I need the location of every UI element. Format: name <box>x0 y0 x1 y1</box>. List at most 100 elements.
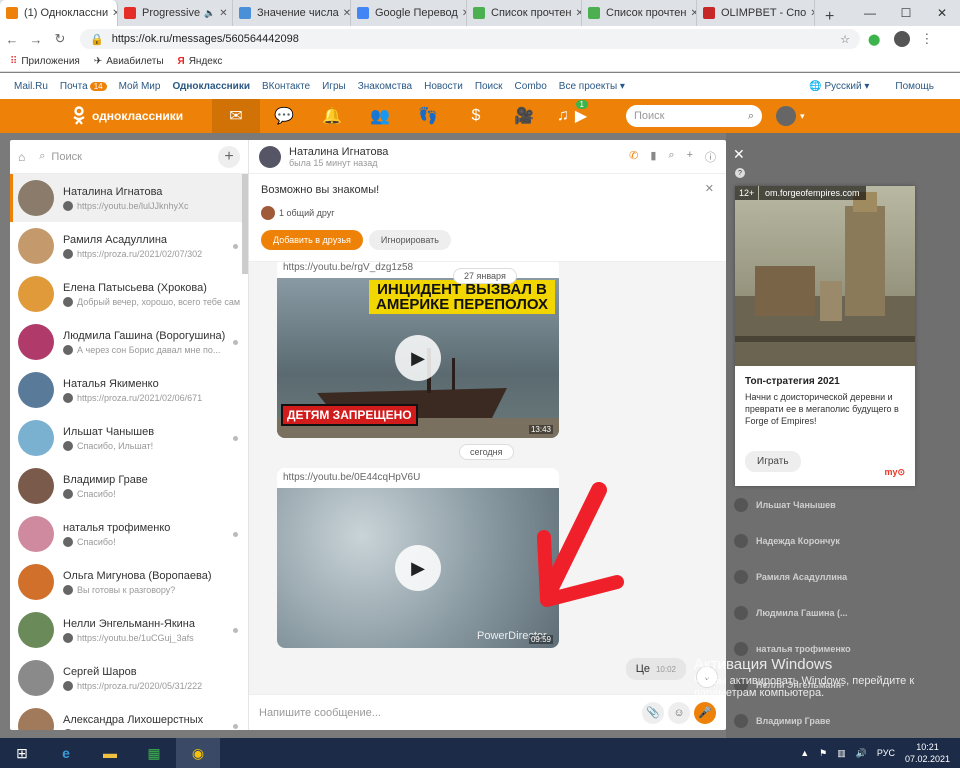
contact-item[interactable]: Елена Патысьева (Хрокова) Добрый вечер, х… <box>10 270 248 318</box>
profile-avatar[interactable] <box>894 31 911 47</box>
mutual-friends-count[interactable]: 1 общий друг <box>279 208 335 218</box>
contact-item[interactable]: Владимир Граве Спасибо! <box>10 462 248 510</box>
back-icon[interactable]: ← <box>0 32 24 47</box>
ignore-button[interactable]: Игнорировать <box>368 230 451 250</box>
speaker-icon[interactable]: 🔈 <box>204 8 215 19</box>
close-tab-icon[interactable]: ✕ <box>458 8 466 19</box>
video-thumbnail[interactable]: ИНЦИДЕНТ ВЫЗВАЛ В АМЕРИКЕ ПЕРЕПОЛОХ ДЕТЯ… <box>277 278 559 438</box>
link-odnoklassniki[interactable]: Одноклассники <box>172 81 250 92</box>
video-call-icon[interactable]: ▮ <box>650 149 656 165</box>
attach-button[interactable]: 📎 <box>642 701 664 724</box>
chat-contact-name[interactable]: Наталина Игнатова <box>289 146 388 158</box>
close-tab-icon[interactable]: ✕ <box>571 8 581 19</box>
browser-tab[interactable]: Progressive 🔈 ✕ <box>118 0 233 26</box>
contact-item[interactable]: Александра Лихошерстных <box>10 702 248 730</box>
video-message-2[interactable]: https://youtu.be/0E44cqHpV6U PowerDirect… <box>277 468 559 648</box>
advertisement[interactable]: 12+ om.forgeofempires.com Топ-стратегия … <box>735 186 915 486</box>
browser-tab[interactable]: Список прочтен✕ <box>582 0 697 26</box>
emoji-button[interactable]: ☺ <box>668 701 690 724</box>
new-chat-button[interactable]: + <box>218 145 240 168</box>
start-button[interactable]: ⊞ <box>0 738 44 768</box>
add-friend-button[interactable]: Добавить в друзья <box>261 230 363 250</box>
taskbar-explorer[interactable]: ▬ <box>88 738 132 768</box>
contact-item[interactable]: Наталья Якименко https://proza.ru/2021/02… <box>10 366 248 414</box>
help-icon[interactable]: ? <box>735 168 745 178</box>
close-tab-icon[interactable]: ✕ <box>215 8 227 19</box>
language-select[interactable]: 🌐 Русский ▾ <box>809 81 869 92</box>
add-person-icon[interactable]: + <box>687 149 693 165</box>
network-icon[interactable]: ▥ <box>837 748 846 759</box>
home-icon[interactable]: ⌂ <box>18 150 25 164</box>
new-tab-button[interactable]: + <box>815 8 844 26</box>
close-messenger-icon[interactable]: ✕ <box>733 146 745 163</box>
flag-icon[interactable]: ⚑ <box>819 748 827 759</box>
ok-search-input[interactable]: Поиск ⌕ <box>626 105 762 127</box>
contact-item[interactable]: Сергей Шаров https://proza.ru/2020/05/31/… <box>10 654 248 702</box>
message-input[interactable]: Напишите сообщение... <box>259 707 638 719</box>
info-icon[interactable]: ⓘ <box>705 149 716 165</box>
friends-nav[interactable]: 👥 <box>356 99 404 133</box>
maximize-button[interactable]: ☐ <box>888 0 924 26</box>
link-igry[interactable]: Игры <box>322 81 346 92</box>
link-combo[interactable]: Combo <box>515 81 547 92</box>
online-friend-item[interactable]: Владимир Граве <box>726 703 960 738</box>
chat-avatar[interactable] <box>259 145 281 168</box>
contacts-scrollbar[interactable] <box>242 174 248 274</box>
messages-nav[interactable]: ✉ <box>212 99 260 133</box>
online-friend-item[interactable]: Надежда Корончук <box>726 523 960 559</box>
video-url[interactable]: https://youtu.be/0E44cqHpV6U <box>277 468 559 488</box>
contact-item[interactable]: Людмила Гашина (Ворогушина) А через сон Б… <box>10 318 248 366</box>
close-icon[interactable]: ✕ <box>705 182 714 195</box>
browser-tab[interactable]: (1) Одноклассни✕ <box>0 0 118 26</box>
video-message-1[interactable]: https://youtu.be/rgV_dzg1z58 ИНЦИДЕНТ ВЫ… <box>277 262 559 438</box>
contact-item[interactable]: Нелли Энгельманн-Якина https://youtu.be/1… <box>10 606 248 654</box>
play-button[interactable]: ▶ <box>395 335 441 381</box>
clock[interactable]: 10:21 07.02.2021 <box>905 741 950 765</box>
taskbar-chrome[interactable]: ◉ <box>176 738 220 768</box>
user-avatar[interactable] <box>776 106 796 126</box>
link-znakomstva[interactable]: Знакомства <box>358 81 412 92</box>
link-moimir[interactable]: Мой Мир <box>119 81 161 92</box>
online-friend-item[interactable]: Рамиля Асадуллина <box>726 559 960 595</box>
taskbar-ie[interactable]: e <box>44 738 88 768</box>
close-window-button[interactable]: ✕ <box>924 0 960 26</box>
taskbar-store[interactable]: ▦ <box>132 738 176 768</box>
browser-tab[interactable]: Google Перевод✕ <box>351 0 467 26</box>
input-language[interactable]: РУС <box>877 748 895 758</box>
browser-tab[interactable]: Значение числа ✕ <box>233 0 351 26</box>
close-tab-icon[interactable]: ✕ <box>339 8 350 19</box>
online-friend-item[interactable]: Ильшат Чанышев <box>726 487 960 523</box>
link-pochta[interactable]: Почта 14 <box>60 81 107 92</box>
help-link[interactable]: Помощь <box>895 81 934 92</box>
minimize-button[interactable]: — <box>852 0 888 26</box>
contact-item[interactable]: Наталина Игнатова https://youtu.be/lulJJk… <box>10 174 248 222</box>
volume-icon[interactable]: 🔊 <box>856 748 867 759</box>
discussions-nav[interactable]: 💬 <box>260 99 308 133</box>
ad-play-button[interactable]: Играть <box>745 451 801 472</box>
outgoing-message[interactable]: Це 10:02 <box>625 658 686 680</box>
link-vkontakte[interactable]: ВКонтакте <box>262 81 310 92</box>
payments-nav[interactable]: $ <box>452 99 500 133</box>
ad-domain[interactable]: om.forgeofempires.com <box>759 186 866 200</box>
contact-item[interactable]: Рамиля Асадуллина https://proza.ru/2021/0… <box>10 222 248 270</box>
bookmark-apps[interactable]: ⠿ Приложения <box>10 56 80 67</box>
browser-tab[interactable]: OLIMPBET - Спо✕ <box>697 0 815 26</box>
video-thumbnail[interactable]: PowerDirector ▶ 09:59 <box>277 488 559 648</box>
link-poisk[interactable]: Поиск <box>475 81 503 92</box>
music-nav[interactable]: ♫ 1 ▶ <box>548 99 596 133</box>
contact-item[interactable]: Ильшат Чанышев Спасибо, Ильшат! <box>10 414 248 462</box>
menu-icon[interactable]: ⋮ <box>920 31 933 47</box>
bookmark-yandex[interactable]: Я Яндекс <box>178 56 223 67</box>
play-button[interactable]: ▶ <box>395 545 441 591</box>
extension-icon[interactable]: ⬤ <box>868 33 880 46</box>
close-tab-icon[interactable]: ✕ <box>686 8 696 19</box>
forward-icon[interactable]: → <box>24 32 48 47</box>
bookmark-aviabilety[interactable]: ✈ Авиабилеты <box>94 56 164 67</box>
ok-logo[interactable]: одноклассники <box>0 106 212 126</box>
ad-title[interactable]: Топ-стратегия 2021 <box>735 366 915 391</box>
chevron-down-icon[interactable]: ▾ <box>800 111 805 122</box>
close-tab-icon[interactable]: ✕ <box>108 8 117 19</box>
voice-message-button[interactable]: 🎤 <box>694 701 716 724</box>
tray-up-arrow-icon[interactable]: ▲ <box>800 748 809 758</box>
link-all-projects[interactable]: Все проекты ▾ <box>559 81 625 92</box>
